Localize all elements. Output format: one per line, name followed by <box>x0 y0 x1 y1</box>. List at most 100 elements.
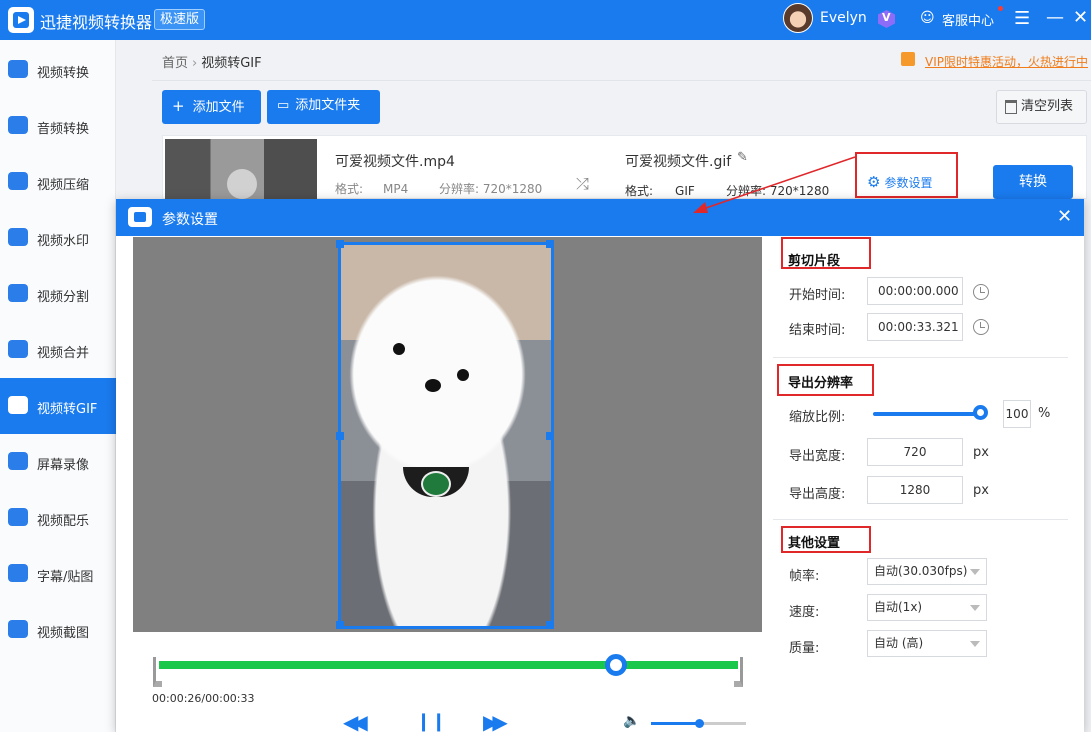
folder-icon: ▭ <box>277 98 290 113</box>
annotation-box-param-button <box>855 152 958 198</box>
crop-handle[interactable] <box>336 621 344 629</box>
divider <box>152 80 1091 81</box>
section-divider <box>773 357 1068 358</box>
reset-end-time-icon[interactable] <box>973 319 989 335</box>
scale-input[interactable]: 100 <box>1003 400 1031 428</box>
volume-icon[interactable]: 🔈 <box>623 713 640 729</box>
sidebar-item-video-convert[interactable]: 视频转换 <box>0 42 116 98</box>
scale-slider-knob[interactable] <box>973 405 988 420</box>
plus-icon: + <box>172 97 185 115</box>
target-format-value: GIF <box>675 184 695 198</box>
volume-knob[interactable] <box>694 719 704 728</box>
sidebar-item-label: 音频转换 <box>37 122 90 137</box>
video-compress-icon <box>8 172 28 190</box>
clear-list-button[interactable]: 清空列表 <box>996 90 1087 124</box>
format-label: 格式: <box>625 184 654 198</box>
sidebar-item-screen-record[interactable]: 屏幕录像 <box>0 434 116 490</box>
sidebar-item-video-music[interactable]: 视频配乐 <box>0 490 116 546</box>
end-time-input[interactable]: 00:00:33.321 <box>867 313 963 341</box>
dialog-close-icon[interactable]: ✕ <box>1057 206 1072 227</box>
crop-handle[interactable] <box>546 240 554 248</box>
source-format: 格式: MP4 <box>335 180 408 197</box>
rewind-icon[interactable]: ◀◀ <box>343 710 368 732</box>
pause-icon[interactable]: ❙❙ <box>416 711 446 732</box>
sidebar-item-video-split[interactable]: 视频分割 <box>0 266 116 322</box>
notification-dot <box>998 6 1003 11</box>
trash-icon <box>1005 100 1017 114</box>
quality-label: 质量: <box>789 641 820 656</box>
add-folder-button[interactable]: ▭ 添加文件夹 <box>267 90 380 124</box>
video-thumbnail[interactable] <box>165 139 317 199</box>
sidebar-item-label: 视频截图 <box>37 626 90 641</box>
crop-handle[interactable] <box>336 432 344 440</box>
video-merge-icon <box>8 340 28 358</box>
sidebar-item-video-watermark[interactable]: 视频水印 <box>0 210 116 266</box>
progress-track[interactable] <box>159 661 738 669</box>
height-input[interactable]: 1280 <box>867 476 963 504</box>
settings-panel: 剪切片段 开始时间: 00:00:00.000 结束时间: 00:00:33.3… <box>773 237 1084 732</box>
fps-label: 帧率: <box>789 569 820 584</box>
window-close-icon[interactable]: ✕ <box>1073 7 1088 28</box>
video-screenshot-icon <box>8 620 28 638</box>
width-label: 导出宽度: <box>789 449 846 464</box>
username[interactable]: Evelyn <box>820 10 867 26</box>
px-unit: px <box>973 483 989 498</box>
width-input[interactable]: 720 <box>867 438 963 466</box>
target-file-name: 可爱视频文件.gif <box>625 154 732 170</box>
sidebar-item-label: 视频水印 <box>37 234 90 249</box>
menu-icon[interactable]: ☰ <box>1014 8 1030 29</box>
target-resolution-value: 720*1280 <box>769 184 830 198</box>
fps-value: 自动(30.030fps) <box>874 564 968 578</box>
sidebar-item-subtitle-sticker[interactable]: 字幕/贴图 <box>0 546 116 602</box>
breadcrumb-home[interactable]: 首页 <box>162 56 188 71</box>
sidebar-item-label: 屏幕录像 <box>37 458 90 473</box>
volume-fill <box>651 722 699 725</box>
crop-handle[interactable] <box>546 621 554 629</box>
scale-label: 缩放比例: <box>789 410 846 425</box>
sidebar-item-label: 视频合并 <box>37 346 90 361</box>
sidebar-item-video-to-gif[interactable]: 视频转GIF <box>0 378 116 434</box>
subtitle-sticker-icon <box>8 564 28 582</box>
swap-icon: ⤮ <box>576 174 589 193</box>
playhead[interactable] <box>605 654 628 676</box>
chat-icon[interactable]: ☺ <box>920 10 935 26</box>
add-file-button[interactable]: + 添加文件 <box>162 90 261 124</box>
gift-icon <box>901 52 915 66</box>
minimize-icon[interactable]: — <box>1046 7 1064 28</box>
clear-list-label: 清空列表 <box>1021 99 1074 114</box>
quality-select[interactable]: 自动 (高) <box>867 630 987 657</box>
speed-select[interactable]: 自动(1x) <box>867 594 987 621</box>
sidebar-item-audio-convert[interactable]: 音频转换 <box>0 98 116 154</box>
scale-slider[interactable] <box>873 412 983 416</box>
sidebar-item-label: 视频配乐 <box>37 514 90 529</box>
sidebar-item-video-merge[interactable]: 视频合并 <box>0 322 116 378</box>
trim-start-handle[interactable] <box>153 657 162 687</box>
sidebar-item-video-screenshot[interactable]: 视频截图 <box>0 602 116 658</box>
sidebar-item-video-compress[interactable]: 视频压缩 <box>0 154 116 210</box>
dialog-app-icon <box>128 207 152 227</box>
crop-handle[interactable] <box>546 432 554 440</box>
video-frame[interactable] <box>336 240 554 629</box>
breadcrumb: 首页 › 视频转GIF <box>162 56 262 71</box>
source-resolution: 分辨率: 720*1280 <box>439 180 542 197</box>
audio-convert-icon <box>8 116 28 134</box>
chevron-down-icon <box>970 641 980 647</box>
customer-service-link[interactable]: 客服中心 <box>942 10 994 29</box>
reset-start-time-icon[interactable] <box>973 284 989 300</box>
end-time-label: 结束时间: <box>789 323 846 338</box>
breadcrumb-current: 视频转GIF <box>201 56 262 71</box>
pencil-icon[interactable]: ✎ <box>737 150 748 165</box>
video-watermark-icon <box>8 228 28 246</box>
trim-end-handle[interactable] <box>734 657 743 687</box>
start-time-input[interactable]: 00:00:00.000 <box>867 277 963 305</box>
convert-button[interactable]: 转换 <box>993 165 1073 199</box>
sidebar: 视频转换 音频转换 视频压缩 视频水印 视频分割 视频合并 视频转GIF 屏幕录… <box>0 40 116 732</box>
user-avatar[interactable] <box>783 3 813 33</box>
fps-select[interactable]: 自动(30.030fps) <box>867 558 987 585</box>
promo-link[interactable]: VIP限时特惠活动，火热进行中 <box>925 53 1088 70</box>
volume-slider[interactable] <box>651 719 746 728</box>
crop-handle[interactable] <box>336 240 344 248</box>
vip-icon[interactable] <box>878 10 895 28</box>
format-label: 格式: <box>335 182 364 196</box>
fast-forward-icon[interactable]: ▶▶ <box>483 710 508 732</box>
